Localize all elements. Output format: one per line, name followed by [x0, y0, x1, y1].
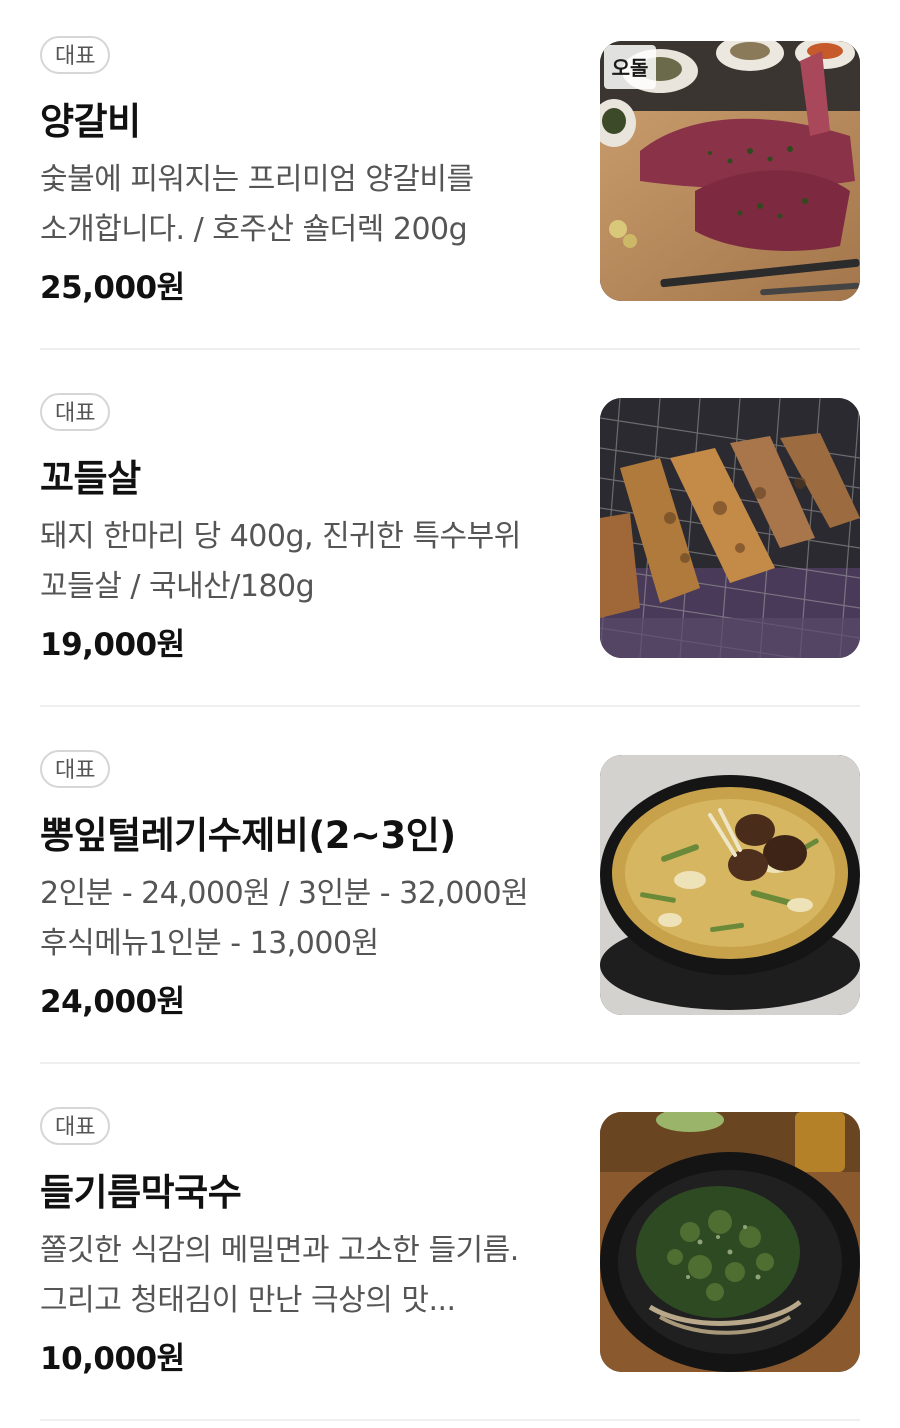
- signature-badge: 대표: [40, 393, 111, 431]
- menu-item-name: 양갈비: [40, 100, 141, 143]
- menu-item-photo-sujebi: [600, 755, 860, 1015]
- divider: [40, 705, 860, 707]
- signature-badge: 대표: [40, 36, 111, 74]
- menu-item-name: 들기름막국수: [40, 1171, 242, 1214]
- divider: [40, 348, 860, 350]
- menu-item-description: 쫄깃한 식감의 메밀면과 고소한 들기름. 그리고 청태김이 만난 극상의 맛.…: [40, 1233, 519, 1318]
- menu-item-price: 24,000원: [40, 984, 185, 1020]
- menu-list: 대표 양갈비 숯불에 피워지는 프리미엄 양갈비를 소개합니다. / 호주산 숄…: [0, 0, 900, 1428]
- menu-item-name: 뽕잎털레기수제비(2~3인): [40, 814, 456, 857]
- menu-item-sujebi[interactable]: 대표 뽕잎털레기수제비(2~3인) 2인분 - 24,000원 / 3인분 - …: [40, 750, 860, 1060]
- restaurant-logo-text: 오돌: [612, 56, 649, 80]
- menu-item-description: 숯불에 피워지는 프리미엄 양갈비를 소개합니다. / 호주산 숄더렉 200g: [40, 162, 474, 247]
- divider: [40, 1062, 860, 1064]
- menu-item-photo-buckwheat-noodles: [600, 1112, 860, 1372]
- menu-item-pork-jowl[interactable]: 대표 꼬들살 돼지 한마리 당 400g, 진귀한 특수부위 꼬들살 / 국내산…: [40, 393, 860, 703]
- menu-item-photo-pork-jowl: [600, 398, 860, 658]
- menu-item-price: 19,000원: [40, 627, 185, 663]
- menu-item-description: 2인분 - 24,000원 / 3인분 - 32,000원 후식메뉴1인분 - …: [40, 876, 529, 961]
- divider: [40, 1419, 860, 1421]
- menu-item-photo-lamb-ribs: 오돌: [600, 41, 860, 301]
- signature-badge: 대표: [40, 750, 111, 788]
- menu-item-name: 꼬들살: [40, 457, 141, 500]
- signature-badge: 대표: [40, 1107, 111, 1145]
- menu-item-buckwheat-noodles[interactable]: 대표 들기름막국수 쫄깃한 식감의 메밀면과 고소한 들기름. 그리고 청태김이…: [40, 1107, 860, 1417]
- menu-item-description: 돼지 한마리 당 400g, 진귀한 특수부위 꼬들살 / 국내산/180g: [40, 519, 521, 604]
- menu-item-price: 10,000원: [40, 1341, 185, 1377]
- menu-item-lamb-ribs[interactable]: 대표 양갈비 숯불에 피워지는 프리미엄 양갈비를 소개합니다. / 호주산 숄…: [40, 36, 860, 346]
- menu-item-price: 25,000원: [40, 270, 185, 306]
